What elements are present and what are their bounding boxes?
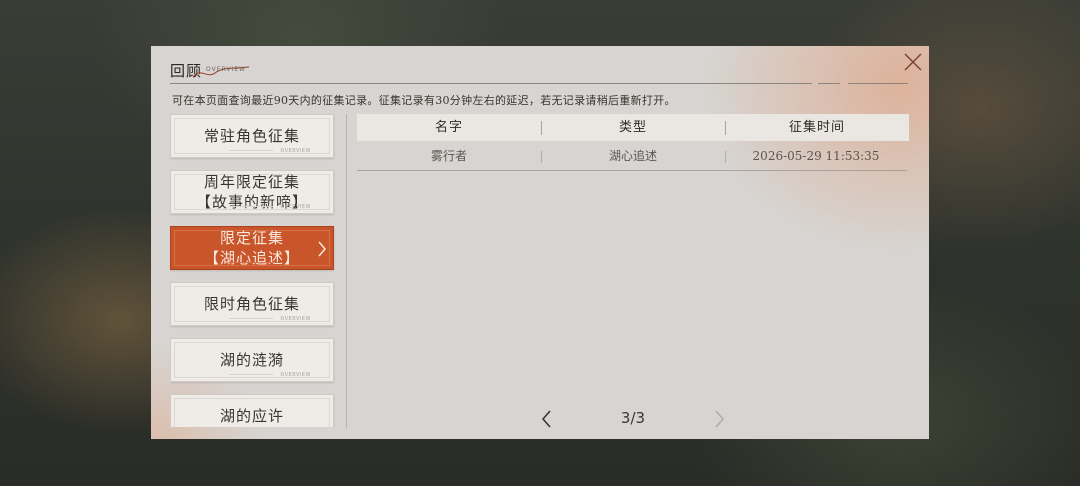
header-divider bbox=[170, 83, 812, 84]
next-page-button[interactable] bbox=[713, 408, 727, 430]
close-button[interactable] bbox=[901, 50, 925, 74]
item-deco-text: OVERVIEW bbox=[280, 204, 311, 210]
chevron-right-icon bbox=[715, 410, 725, 428]
cell-name: 雾行者 bbox=[430, 149, 467, 163]
column-header-name: 名字 bbox=[434, 120, 463, 135]
sidebar-item-label: 常驻角色征集 bbox=[203, 127, 300, 145]
sidebar-item-timed[interactable]: 限时角色征集 OVERVIEW bbox=[170, 282, 334, 326]
item-deco-line bbox=[229, 150, 273, 151]
chevron-left-icon bbox=[541, 410, 551, 428]
table-row: 雾行者 湖心追述 2026-05-29 11:53:35 bbox=[357, 143, 907, 171]
notice-text: 可在本页面查询最近90天内的征集记录。征集记录有30分钟左右的延迟，若无记录请稍… bbox=[172, 94, 676, 107]
sidebar-item-standard[interactable]: 常驻角色征集 OVERVIEW bbox=[170, 114, 334, 158]
item-deco-line bbox=[229, 262, 273, 263]
sidebar-item-label: 湖的应许 bbox=[219, 407, 284, 425]
sidebar-item-lake-promise[interactable]: 湖的应许 bbox=[170, 394, 334, 427]
item-deco-line bbox=[229, 374, 273, 375]
prev-page-button[interactable] bbox=[539, 408, 553, 430]
review-dialog: 回顾 OVERVIEW 可在本页面查询最近90天内的征集记录。征集记录有30分钟… bbox=[151, 46, 929, 439]
item-deco-line bbox=[229, 318, 273, 319]
sidebar-item-lake-ripple[interactable]: 湖的涟漪 OVERVIEW bbox=[170, 338, 334, 382]
sidebar-item-limited[interactable]: 限定征集 【湖心追述】 bbox=[170, 226, 334, 270]
sidebar-divider bbox=[346, 114, 347, 428]
column-header-time: 征集时间 bbox=[788, 120, 845, 135]
sidebar-item-label: 限时角色征集 bbox=[203, 295, 300, 313]
header-divider-segment bbox=[848, 83, 908, 84]
cell-time: 2026-05-29 11:53:35 bbox=[752, 149, 880, 163]
item-deco-text: OVERVIEW bbox=[280, 372, 311, 378]
close-icon bbox=[904, 53, 922, 71]
dialog-subtitle: OVERVIEW bbox=[206, 66, 246, 73]
table-header: 名字 类型 征集时间 bbox=[357, 114, 909, 141]
chevron-right-icon bbox=[318, 241, 326, 257]
item-deco-text: OVERVIEW bbox=[280, 316, 311, 322]
header-divider-segment bbox=[818, 83, 840, 84]
column-header-type: 类型 bbox=[618, 120, 647, 135]
item-deco-text: OVERVIEW bbox=[280, 148, 311, 154]
cell-type: 湖心追述 bbox=[608, 149, 657, 163]
sidebar: 常驻角色征集 OVERVIEW 周年限定征集 【故事的新啼】 OVERVIEW … bbox=[170, 114, 336, 427]
sidebar-item-label: 湖的涟漪 bbox=[219, 351, 284, 369]
sidebar-item-anniversary[interactable]: 周年限定征集 【故事的新啼】 OVERVIEW bbox=[170, 170, 334, 214]
item-deco-line bbox=[229, 206, 273, 207]
page-indicator: 3/3 bbox=[620, 409, 646, 427]
